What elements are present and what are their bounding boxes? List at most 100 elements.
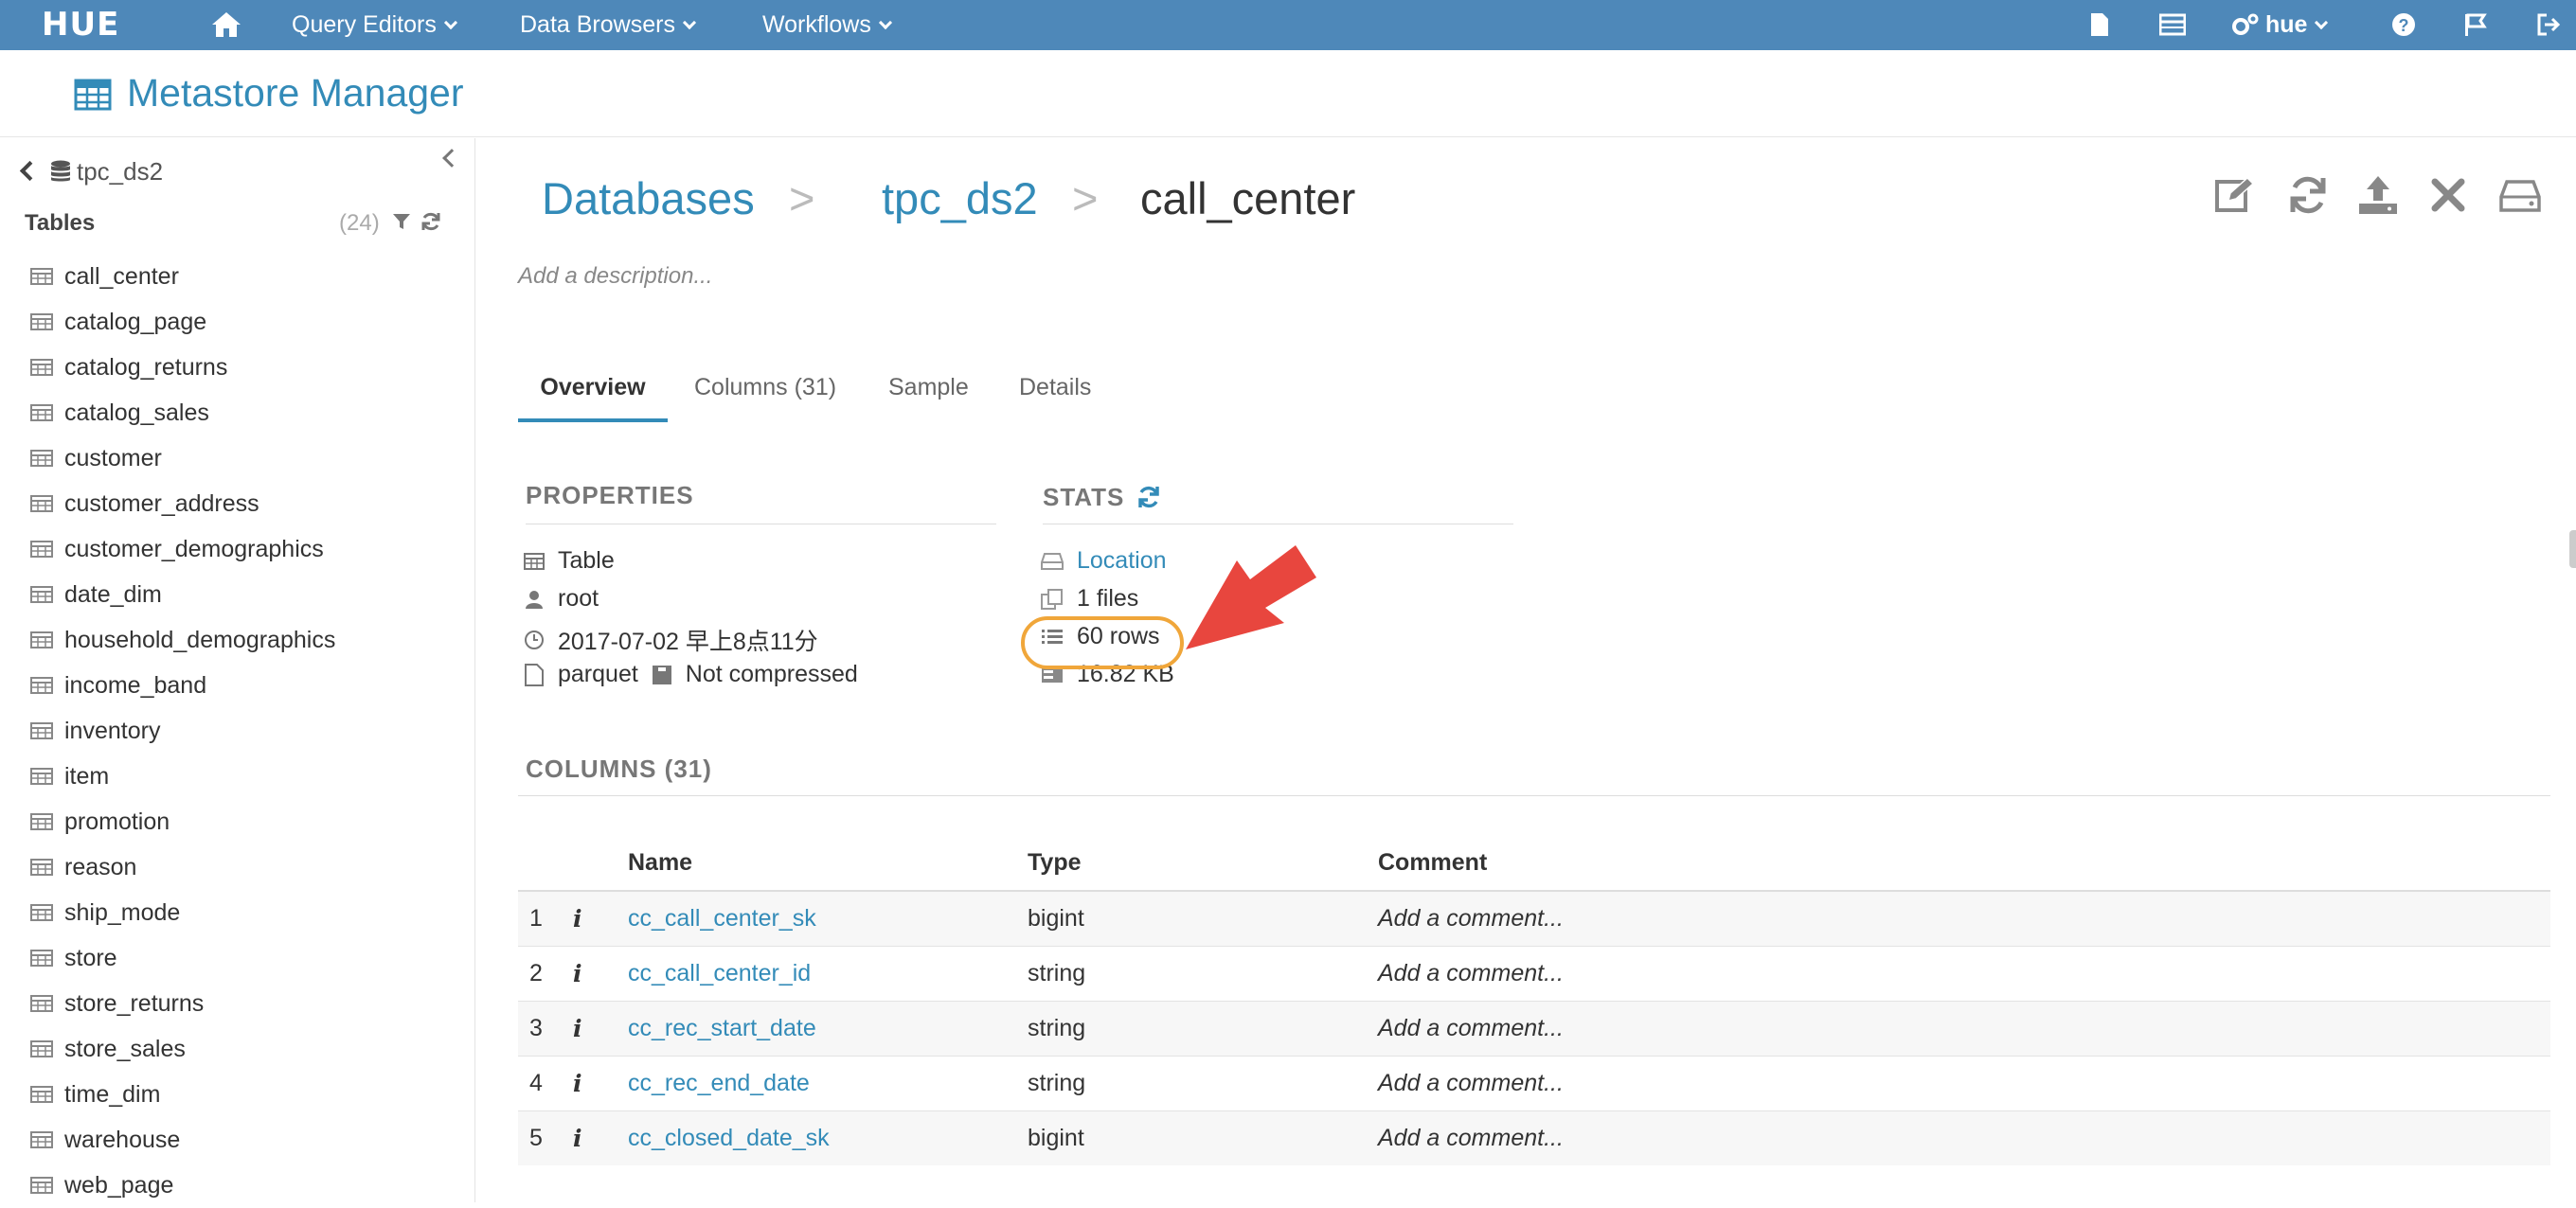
table-list-item[interactable]: date_dim [0, 572, 474, 617]
column-name-link[interactable]: cc_closed_date_sk [628, 1125, 830, 1151]
top-navbar: HUE Query Editors Data Browsers Workflow… [0, 0, 2576, 50]
table-name: promotion [64, 808, 170, 835]
logout-icon[interactable] [2536, 12, 2561, 37]
user-menu[interactable]: hue [2231, 0, 2329, 50]
header-name[interactable]: Name [628, 836, 1028, 892]
add-description[interactable]: Add a description... [518, 263, 712, 290]
table-list-item[interactable]: call_center [0, 254, 474, 299]
prop-type: Table [524, 547, 615, 575]
table-list-item[interactable]: item [0, 754, 474, 799]
tab-details[interactable]: Details [1019, 365, 1091, 422]
collapse-sidebar-icon[interactable] [442, 149, 461, 168]
home-icon[interactable] [210, 10, 242, 39]
column-type: bigint [1028, 1110, 1378, 1165]
flag-icon[interactable] [2462, 12, 2487, 37]
header-number [518, 836, 573, 892]
table-name: ship_mode [64, 899, 181, 926]
sidebar-database[interactable]: tpc_ds2 [19, 157, 164, 187]
table-icon [30, 1086, 53, 1103]
sidebar-database-name: tpc_ds2 [77, 157, 164, 186]
storage-drive-icon[interactable] [2499, 174, 2541, 216]
stats-heading-label: STATS [1043, 483, 1125, 511]
table-list-item[interactable]: household_demographics [0, 617, 474, 663]
help-icon[interactable]: ? [2391, 12, 2416, 37]
table-list-item[interactable]: warehouse [0, 1117, 474, 1163]
svg-text:?: ? [2399, 16, 2409, 35]
tables-label: Tables [25, 210, 96, 236]
workflows-menu[interactable]: Workflows [762, 0, 892, 50]
table-icon [30, 450, 53, 467]
column-number: 1 [518, 890, 573, 946]
table-name: date_dim [64, 581, 162, 608]
edit-icon[interactable] [2213, 174, 2255, 216]
prop-created-value: 2017-07-02 早上8点11分 [558, 629, 818, 655]
table-list-item[interactable]: income_band [0, 663, 474, 708]
header-comment[interactable]: Comment [1378, 836, 2550, 892]
table-name: call_center [64, 263, 179, 290]
prop-format-value: parquet [558, 661, 638, 687]
tab-columns[interactable]: Columns (31) [694, 365, 836, 422]
breadcrumb-database[interactable]: tpc_ds2 [882, 172, 1038, 224]
table-browser-icon[interactable] [2159, 12, 2186, 37]
info-icon[interactable]: i [573, 1055, 628, 1110]
table-list-item[interactable]: reason [0, 844, 474, 890]
drop-icon[interactable] [2427, 174, 2469, 216]
table-list-item[interactable]: promotion [0, 799, 474, 844]
table-name: catalog_returns [64, 354, 228, 381]
breadcrumb-databases[interactable]: Databases [542, 172, 755, 224]
info-icon[interactable]: i [573, 945, 628, 1001]
prop-owner-value: root [558, 585, 599, 612]
columns-heading: COLUMNS (31) [526, 755, 712, 783]
column-type: string [1028, 1000, 1378, 1056]
add-comment[interactable]: Add a comment... [1378, 945, 2550, 1001]
add-comment[interactable]: Add a comment... [1378, 1000, 2550, 1056]
data-browsers-menu[interactable]: Data Browsers [520, 0, 697, 50]
column-name-link[interactable]: cc_call_center_id [628, 960, 811, 986]
table-list-item[interactable]: store [0, 935, 474, 981]
table-name: warehouse [64, 1127, 181, 1153]
document-icon[interactable] [2089, 12, 2110, 37]
column-name-link[interactable]: cc_rec_end_date [628, 1070, 810, 1096]
prop-created: 2017-07-02 早上8点11分 [524, 623, 818, 657]
table-list-item[interactable]: store_sales [0, 1026, 474, 1072]
filter-icon[interactable] [392, 212, 411, 231]
table-list-item[interactable]: customer [0, 435, 474, 481]
table-list-item[interactable]: inventory [0, 708, 474, 754]
add-comment[interactable]: Add a comment... [1378, 1110, 2550, 1165]
table-icon [30, 859, 53, 876]
scrollbar-thumb[interactable] [2569, 530, 2576, 568]
refresh-icon[interactable] [2287, 174, 2329, 216]
stat-location[interactable]: Location [1041, 547, 1167, 575]
table-icon [30, 1177, 53, 1194]
stat-location-link[interactable]: Location [1077, 547, 1167, 575]
back-chevron-icon[interactable] [19, 160, 41, 182]
page-title[interactable]: Metastore Manager [127, 71, 464, 115]
table-list-item[interactable]: catalog_returns [0, 345, 474, 390]
hue-logo[interactable]: HUE [42, 8, 119, 42]
query-editors-menu[interactable]: Query Editors [292, 0, 457, 50]
table-list-item[interactable]: ship_mode [0, 890, 474, 935]
refresh-stats-icon[interactable] [1136, 485, 1161, 509]
table-list-item[interactable]: catalog_sales [0, 390, 474, 435]
tables-list: call_center catalog_page catalog_returns… [0, 254, 474, 1208]
table-icon [30, 359, 53, 376]
refresh-icon[interactable] [420, 211, 441, 232]
header-type[interactable]: Type [1028, 836, 1378, 892]
info-icon[interactable]: i [573, 1000, 628, 1056]
table-list-item[interactable]: catalog_page [0, 299, 474, 345]
table-list-item[interactable]: time_dim [0, 1072, 474, 1117]
tab-sample[interactable]: Sample [888, 365, 969, 422]
upload-icon[interactable] [2357, 174, 2399, 216]
tab-overview[interactable]: Overview [518, 365, 668, 422]
table-list-item[interactable]: store_returns [0, 981, 474, 1026]
column-name-link[interactable]: cc_call_center_sk [628, 905, 816, 932]
table-list-item[interactable]: web_page [0, 1163, 474, 1208]
info-icon[interactable]: i [573, 1110, 628, 1165]
column-name-link[interactable]: cc_rec_start_date [628, 1015, 816, 1041]
table-list-item[interactable]: customer_address [0, 481, 474, 526]
add-comment[interactable]: Add a comment... [1378, 890, 2550, 946]
table-list-item[interactable]: customer_demographics [0, 526, 474, 572]
info-icon[interactable]: i [573, 890, 628, 946]
annotation-arrow-icon [1186, 545, 1316, 649]
add-comment[interactable]: Add a comment... [1378, 1055, 2550, 1110]
